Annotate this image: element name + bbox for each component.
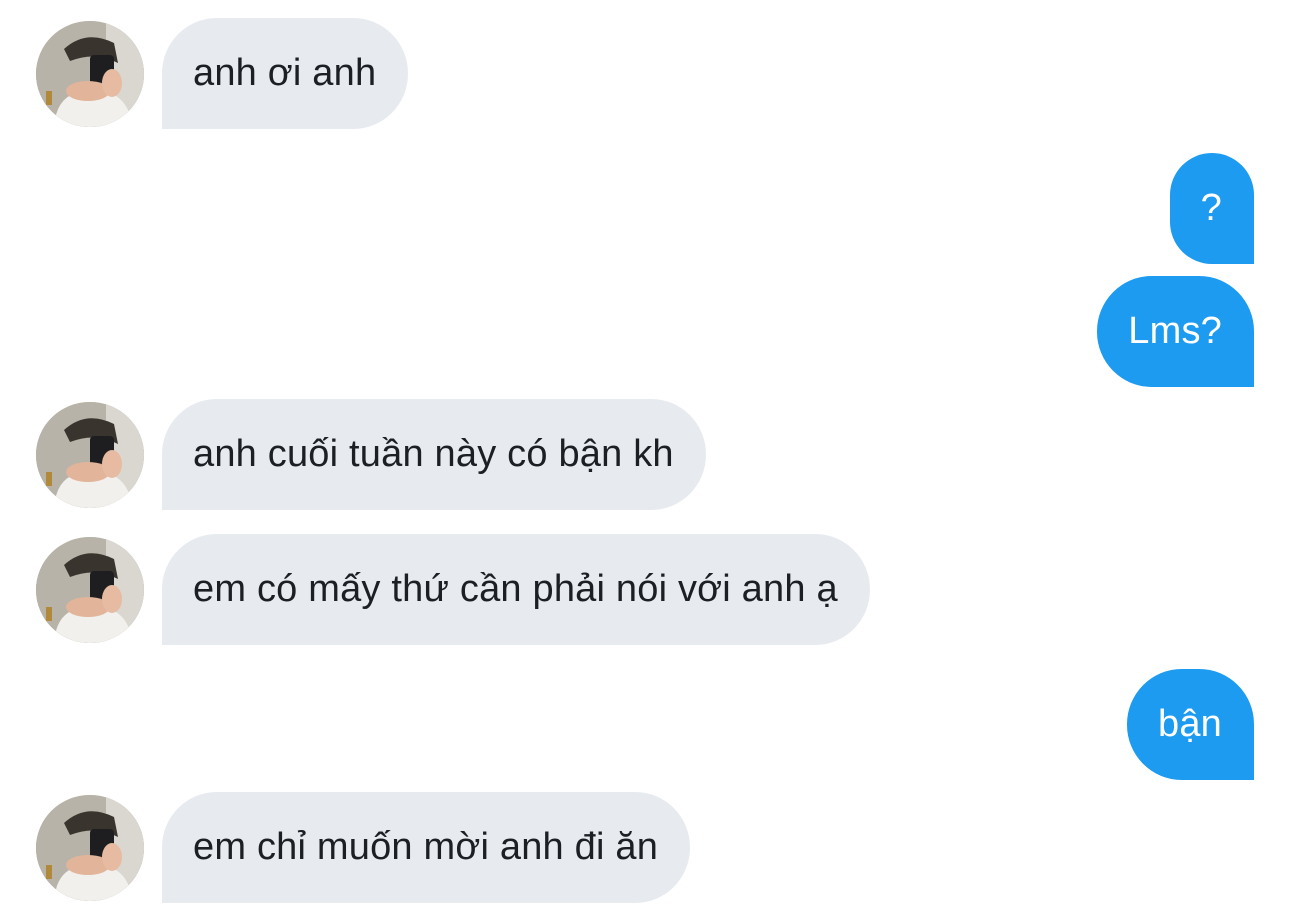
avatar[interactable] bbox=[36, 21, 144, 127]
avatar-photo bbox=[36, 402, 144, 508]
message-row: Lms? bbox=[0, 276, 1290, 387]
message-text: bận bbox=[1157, 703, 1222, 745]
message-text: em có mấy thứ cần phải nói với anh ạ bbox=[193, 568, 838, 610]
message-bubble-outgoing[interactable]: bận bbox=[1126, 669, 1254, 780]
message-bubble-incoming[interactable]: em chỉ muốn mời anh đi ăn bbox=[162, 792, 691, 903]
avatar-photo bbox=[36, 537, 144, 643]
message-row: anh cuối tuần này có bận kh bbox=[0, 399, 1290, 510]
message-text: ? bbox=[1200, 187, 1222, 229]
message-bubble-outgoing[interactable]: ? bbox=[1169, 153, 1254, 264]
message-bubble-incoming[interactable]: anh ơi anh bbox=[162, 18, 409, 129]
message-row: anh ơi anh bbox=[0, 18, 1290, 129]
avatar-photo bbox=[36, 21, 144, 127]
message-bubble-incoming[interactable]: em có mấy thứ cần phải nói với anh ạ bbox=[162, 534, 870, 645]
message-bubble-incoming[interactable]: anh cuối tuần này có bận kh bbox=[162, 399, 706, 510]
avatar[interactable] bbox=[36, 402, 144, 508]
message-text: em chỉ muốn mời anh đi ăn bbox=[193, 826, 659, 868]
avatar[interactable] bbox=[36, 537, 144, 643]
message-row: em chỉ muốn mời anh đi ăn bbox=[0, 792, 1290, 903]
message-bubble-outgoing[interactable]: Lms? bbox=[1097, 276, 1254, 387]
message-row: em có mấy thứ cần phải nói với anh ạ bbox=[0, 534, 1290, 645]
message-text: Lms? bbox=[1128, 310, 1222, 352]
avatar[interactable] bbox=[36, 795, 144, 901]
message-row: bận bbox=[0, 669, 1290, 780]
message-row: ? bbox=[0, 153, 1290, 264]
message-text: anh ơi anh bbox=[193, 52, 377, 94]
message-text: anh cuối tuần này có bận kh bbox=[193, 433, 674, 475]
avatar-photo bbox=[36, 795, 144, 901]
